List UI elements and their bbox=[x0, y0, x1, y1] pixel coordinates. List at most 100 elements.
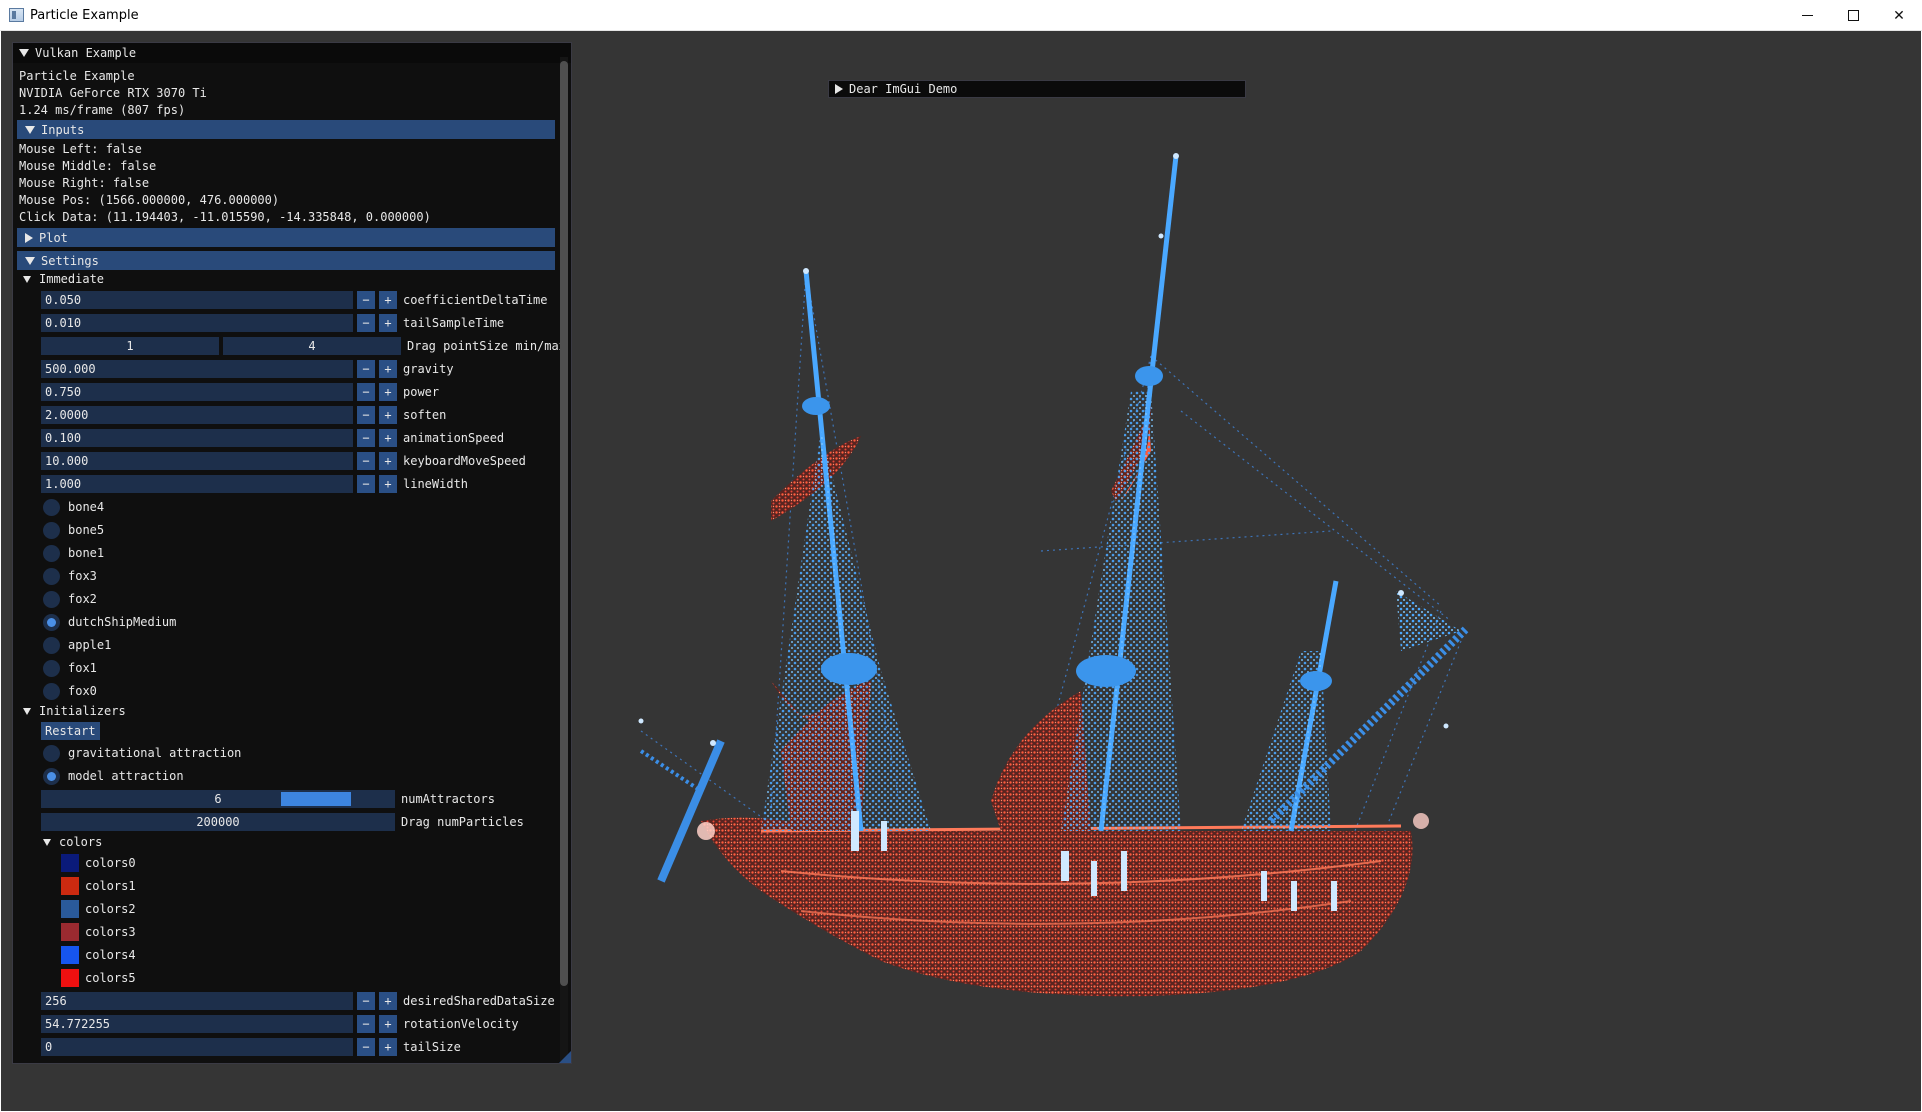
close-icon: ✕ bbox=[1893, 7, 1905, 24]
animation-speed-input[interactable]: 0.100 bbox=[41, 429, 353, 447]
model-radio-fox2[interactable]: fox2 bbox=[43, 590, 97, 608]
color-swatch[interactable] bbox=[61, 854, 79, 872]
desired-shared-data-size-input[interactable]: 256 bbox=[41, 992, 353, 1010]
model-radio-fox0[interactable]: fox0 bbox=[43, 682, 97, 700]
decrement-button[interactable]: − bbox=[357, 291, 375, 309]
mode-radio-gravitational-attraction[interactable]: gravitational attraction bbox=[43, 744, 241, 762]
radio-icon bbox=[43, 544, 60, 562]
increment-button[interactable]: + bbox=[379, 314, 397, 332]
decrement-button[interactable]: − bbox=[357, 1015, 375, 1033]
field-label: soften bbox=[403, 408, 447, 422]
radio-label: fox3 bbox=[68, 569, 97, 583]
inputs-header[interactable]: Inputs bbox=[17, 120, 555, 139]
vulkan-example-window[interactable]: Vulkan Example Particle Example NVIDIA G… bbox=[12, 42, 572, 1064]
field-label: coefficientDeltaTime bbox=[403, 293, 548, 307]
tail-size-input[interactable]: 0 bbox=[41, 1038, 353, 1056]
plot-header-label: Plot bbox=[39, 230, 68, 245]
increment-button[interactable]: + bbox=[379, 429, 397, 447]
decrement-button[interactable]: − bbox=[357, 992, 375, 1010]
soften-input[interactable]: 2.0000 bbox=[41, 406, 353, 424]
radio-icon bbox=[43, 498, 60, 516]
color-row-colors5[interactable]: colors5 bbox=[61, 969, 136, 987]
maximize-icon bbox=[1847, 10, 1859, 21]
color-row-colors1[interactable]: colors1 bbox=[61, 877, 136, 895]
mouse-pos: Mouse Pos: (1566.000000, 476.000000) bbox=[19, 193, 280, 207]
decrement-button[interactable]: − bbox=[357, 475, 375, 493]
settings-header[interactable]: Settings bbox=[17, 251, 555, 270]
immediate-tree[interactable]: Immediate bbox=[23, 272, 104, 286]
color-swatch[interactable] bbox=[61, 946, 79, 964]
increment-button[interactable]: + bbox=[379, 383, 397, 401]
color-swatch[interactable] bbox=[61, 923, 79, 941]
decrement-button[interactable]: − bbox=[357, 406, 375, 424]
num-attractors-slider[interactable]: 6 bbox=[41, 790, 395, 808]
model-radio-bone4[interactable]: bone4 bbox=[43, 498, 104, 516]
increment-button[interactable]: + bbox=[379, 1015, 397, 1033]
decrement-button[interactable]: − bbox=[357, 383, 375, 401]
model-radio-fox1[interactable]: fox1 bbox=[43, 659, 97, 677]
point-size-max-drag[interactable]: 4 bbox=[223, 337, 401, 355]
point-size-min-drag[interactable]: 1 bbox=[41, 337, 219, 355]
increment-button[interactable]: + bbox=[379, 452, 397, 470]
increment-button[interactable]: + bbox=[379, 992, 397, 1010]
increment-button[interactable]: + bbox=[379, 1038, 397, 1056]
model-radio-bone5[interactable]: bone5 bbox=[43, 521, 104, 539]
radio-icon bbox=[43, 659, 60, 677]
coefficient-delta-time-input[interactable]: 0.050 bbox=[41, 291, 353, 309]
field-label: Drag numParticles bbox=[401, 815, 524, 829]
decrement-button[interactable]: − bbox=[357, 452, 375, 470]
color-row-colors4[interactable]: colors4 bbox=[61, 946, 136, 964]
soften-row: 2.0000 − + soften bbox=[41, 406, 446, 424]
radio-label: dutchShipMedium bbox=[68, 615, 177, 629]
color-swatch[interactable] bbox=[61, 900, 79, 918]
mouse-right: Mouse Right: false bbox=[19, 176, 150, 190]
mode-radio-model-attraction[interactable]: model attraction bbox=[43, 767, 184, 785]
chevron-down-icon bbox=[23, 275, 31, 283]
decrement-button[interactable]: − bbox=[357, 360, 375, 378]
power-input[interactable]: 0.750 bbox=[41, 383, 353, 401]
line-width-row: 1.000 − + lineWidth bbox=[41, 475, 468, 493]
model-radio-bone1[interactable]: bone1 bbox=[43, 544, 104, 562]
close-button[interactable]: ✕ bbox=[1876, 0, 1922, 31]
model-radio-fox3[interactable]: fox3 bbox=[43, 567, 97, 585]
window-header[interactable]: Vulkan Example bbox=[13, 43, 571, 63]
radio-icon bbox=[43, 682, 60, 700]
decrement-button[interactable]: − bbox=[357, 1038, 375, 1056]
color-row-colors3[interactable]: colors3 bbox=[61, 923, 136, 941]
chevron-right-icon[interactable] bbox=[835, 84, 843, 94]
increment-button[interactable]: + bbox=[379, 406, 397, 424]
minimize-button[interactable] bbox=[1784, 0, 1830, 31]
model-radio-apple1[interactable]: apple1 bbox=[43, 636, 111, 654]
num-particles-drag[interactable]: 200000 bbox=[41, 813, 395, 831]
restart-button[interactable]: Restart bbox=[41, 722, 100, 740]
maximize-button[interactable] bbox=[1830, 0, 1876, 31]
color-swatch[interactable] bbox=[61, 877, 79, 895]
point-size-row: 1 4 Drag pointSize min/max bbox=[41, 337, 566, 355]
collapse-icon[interactable] bbox=[19, 49, 29, 57]
increment-button[interactable]: + bbox=[379, 291, 397, 309]
increment-button[interactable]: + bbox=[379, 475, 397, 493]
field-label: numAttractors bbox=[401, 792, 495, 806]
increment-button[interactable]: + bbox=[379, 360, 397, 378]
color-swatch[interactable] bbox=[61, 969, 79, 987]
keyboard-move-speed-input[interactable]: 10.000 bbox=[41, 452, 353, 470]
decrement-button[interactable]: − bbox=[357, 314, 375, 332]
model-radio-dutch-ship-medium[interactable]: dutchShipMedium bbox=[43, 613, 176, 631]
color-row-colors2[interactable]: colors2 bbox=[61, 900, 136, 918]
initializers-tree[interactable]: Initializers bbox=[23, 704, 126, 718]
line-width-input[interactable]: 1.000 bbox=[41, 475, 353, 493]
colors-tree[interactable]: colors bbox=[43, 835, 102, 849]
resize-grip-icon[interactable] bbox=[559, 1051, 571, 1063]
chevron-down-icon bbox=[25, 256, 35, 265]
plot-header[interactable]: Plot bbox=[17, 228, 555, 247]
scrollbar-thumb[interactable] bbox=[560, 61, 568, 986]
tail-sample-time-input[interactable]: 0.010 bbox=[41, 314, 353, 332]
immediate-label: Immediate bbox=[39, 272, 105, 286]
gravity-input[interactable]: 500.000 bbox=[41, 360, 353, 378]
color-row-colors0[interactable]: colors0 bbox=[61, 854, 136, 872]
rotation-velocity-input[interactable]: 54.772255 bbox=[41, 1015, 353, 1033]
decrement-button[interactable]: − bbox=[357, 429, 375, 447]
field-label: power bbox=[403, 385, 440, 399]
slider-grab-handle[interactable] bbox=[281, 792, 351, 806]
imgui-demo-window[interactable]: Dear ImGui Demo bbox=[828, 80, 1246, 98]
